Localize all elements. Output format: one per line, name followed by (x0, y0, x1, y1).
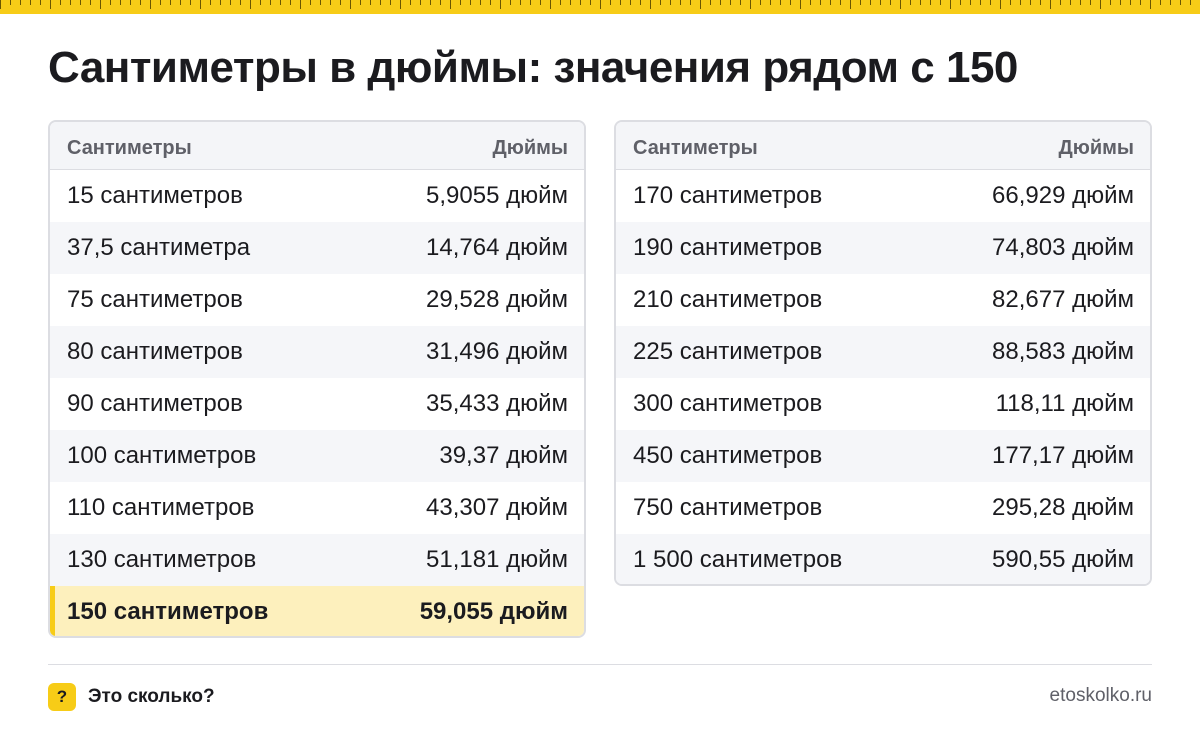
table-row: 15 сантиметров 5,9055 дюйм (50, 170, 584, 222)
header-inches: Дюймы (1058, 137, 1135, 159)
cm-value: 450 сантиметров (633, 442, 823, 469)
table-row-highlighted: 150 сантиметров 59,055 дюйм (50, 586, 584, 636)
inch-value: 43,307 дюйм (426, 494, 568, 521)
inch-value: 74,803 дюйм (992, 234, 1134, 261)
inch-value: 590,55 дюйм (992, 546, 1134, 573)
table-row: 300 сантиметров 118,11 дюйм (616, 378, 1150, 430)
table-row: 1 500 сантиметров 590,55 дюйм (616, 534, 1150, 584)
cm-value: 15 сантиметров (67, 182, 243, 209)
cm-value: 750 сантиметров (633, 494, 823, 521)
inch-value: 59,055 дюйм (419, 598, 568, 625)
brand-name: Это сколько? (88, 686, 215, 707)
table-row: 100 сантиметров 39,37 дюйм (50, 430, 584, 482)
cm-value: 110 сантиметров (67, 494, 255, 521)
inch-value: 66,929 дюйм (992, 182, 1134, 209)
inch-value: 14,764 дюйм (426, 234, 568, 261)
header-inches: Дюймы (492, 137, 569, 159)
table-header: Сантиметры Дюймы (50, 122, 584, 170)
table-row: 90 сантиметров 35,433 дюйм (50, 378, 584, 430)
ruler-strip (0, 0, 1200, 14)
table-row: 80 сантиметров 31,496 дюйм (50, 326, 584, 378)
inch-value: 5,9055 дюйм (426, 182, 568, 209)
table-row: 190 сантиметров 74,803 дюйм (616, 222, 1150, 274)
table-row: 750 сантиметров 295,28 дюйм (616, 482, 1150, 534)
inch-value: 31,496 дюйм (426, 338, 568, 365)
header-centimeters: Сантиметры (633, 137, 758, 159)
inch-value: 82,677 дюйм (992, 286, 1134, 313)
cm-value: 1 500 сантиметров (633, 546, 843, 573)
page-title: Сантиметры в дюймы: значения рядом с 150 (48, 43, 1018, 92)
inch-value: 35,433 дюйм (426, 390, 568, 417)
question-mark-icon: ? (48, 683, 76, 711)
table-header: Сантиметры Дюймы (616, 122, 1150, 170)
inch-value: 51,181 дюйм (426, 546, 568, 573)
conversion-table-left: Сантиметры Дюймы 15 сантиметров 5,9055 д… (48, 120, 586, 638)
header-centimeters: Сантиметры (67, 137, 192, 159)
table-row: 130 сантиметров 51,181 дюйм (50, 534, 584, 586)
inch-value: 295,28 дюйм (992, 494, 1134, 521)
table-row: 37,5 сантиметра 14,764 дюйм (50, 222, 584, 274)
cm-value: 210 сантиметров (633, 286, 823, 313)
cm-value: 150 сантиметров (67, 598, 269, 625)
inch-value: 29,528 дюйм (426, 286, 568, 313)
cm-value: 170 сантиметров (633, 182, 823, 209)
inch-value: 39,37 дюйм (439, 442, 568, 469)
cm-value: 100 сантиметров (67, 442, 257, 469)
footer-divider (48, 664, 1152, 665)
table-row: 110 сантиметров 43,307 дюйм (50, 482, 584, 534)
cm-value: 130 сантиметров (67, 546, 257, 573)
cm-value: 300 сантиметров (633, 390, 823, 417)
table-row: 225 сантиметров 88,583 дюйм (616, 326, 1150, 378)
table-row: 75 сантиметров 29,528 дюйм (50, 274, 584, 326)
cm-value: 80 сантиметров (67, 338, 243, 365)
brand[interactable]: ? Это сколько? (48, 683, 215, 711)
conversion-table-right: Сантиметры Дюймы 170 сантиметров 66,929 … (614, 120, 1152, 586)
table-row: 450 сантиметров 177,17 дюйм (616, 430, 1150, 482)
cm-value: 37,5 сантиметра (67, 234, 251, 261)
table-row: 170 сантиметров 66,929 дюйм (616, 170, 1150, 222)
table-row: 210 сантиметров 82,677 дюйм (616, 274, 1150, 326)
cm-value: 190 сантиметров (633, 234, 823, 261)
cm-value: 225 сантиметров (633, 338, 823, 365)
inch-value: 177,17 дюйм (992, 442, 1134, 469)
site-link[interactable]: etoskolko.ru (1050, 685, 1152, 707)
cm-value: 90 сантиметров (67, 390, 243, 417)
inch-value: 88,583 дюйм (992, 338, 1134, 365)
inch-value: 118,11 дюйм (995, 390, 1134, 417)
cm-value: 75 сантиметров (67, 286, 243, 313)
